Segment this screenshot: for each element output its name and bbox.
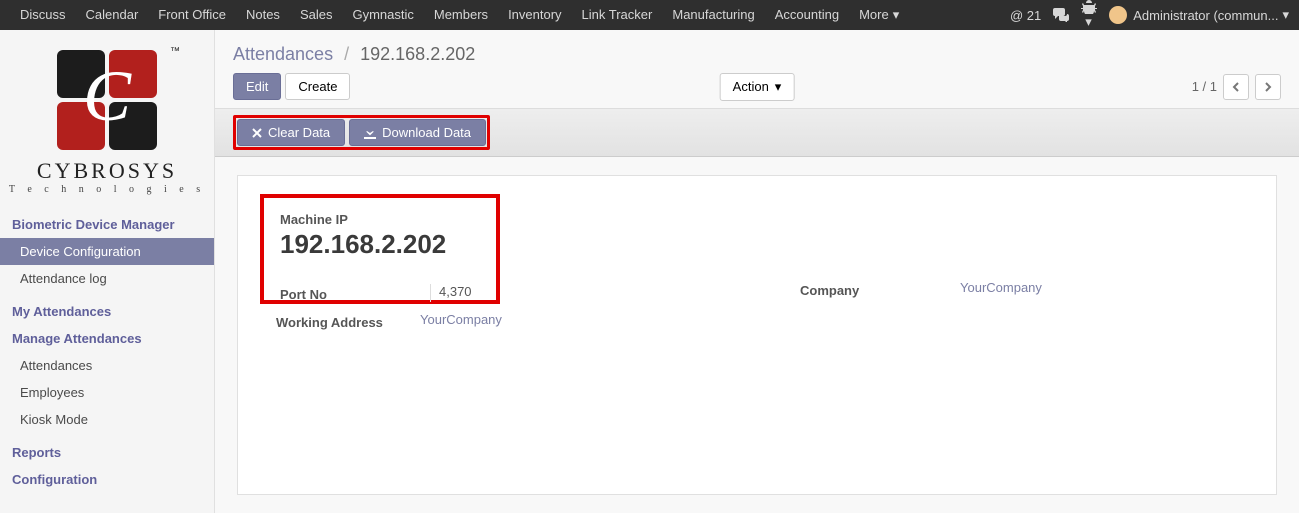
sidebar-section-bdm: Biometric Device Manager [0,211,214,238]
nav-gymnastic[interactable]: Gymnastic [342,0,423,30]
breadcrumb: Attendances / 192.168.2.202 [215,30,1299,73]
nav-more-label: More [859,7,889,22]
user-name: Administrator (commun... [1133,8,1278,23]
nav-notes[interactable]: Notes [236,0,290,30]
messages-indicator[interactable]: @ 21 [1010,8,1041,23]
chevron-down-icon: ▾ [775,79,782,95]
chevron-down-icon: ▾ [1282,7,1289,23]
pager-prev-button[interactable] [1223,74,1249,100]
nav-calendar[interactable]: Calendar [76,0,149,30]
nav-members[interactable]: Members [424,0,498,30]
port-no-value: 4,370 [430,284,480,302]
nav-discuss[interactable]: Discuss [10,0,76,30]
logo-mark: C [57,50,157,150]
nav-more[interactable]: More ▾ [849,0,909,30]
chevron-left-icon [1232,82,1240,92]
close-icon [252,128,262,138]
working-address-label: Working Address [260,312,410,330]
breadcrumb-current: 192.168.2.202 [360,44,475,64]
action-label: Action [733,79,769,94]
user-menu[interactable]: Administrator (commun... ▾ [1109,6,1289,24]
chevron-down-icon: ▾ [1085,14,1092,29]
download-icon [364,127,376,139]
pager-text: 1 / 1 [1192,79,1217,94]
sidebar-section-configuration[interactable]: Configuration [0,466,214,493]
sidebar-item-device-configuration[interactable]: Device Configuration [0,238,214,265]
control-panel: Edit Create Action ▾ 1 / 1 [215,73,1299,108]
chat-icon[interactable] [1053,8,1069,22]
sidebar-section-reports[interactable]: Reports [0,439,214,466]
working-address-value[interactable]: YourCompany [420,312,502,327]
nav-front-office[interactable]: Front Office [148,0,236,30]
chevron-right-icon [1264,82,1272,92]
top-navbar-left: Discuss Calendar Front Office Notes Sale… [10,0,909,30]
chevron-down-icon: ▾ [893,7,900,22]
top-navbar-right: @ 21 ▾ Administrator (commun... ▾ [1010,0,1289,30]
nav-accounting[interactable]: Accounting [765,0,849,30]
messages-count: 21 [1027,8,1041,23]
sidebar-item-attendance-log[interactable]: Attendance log [0,265,214,292]
highlight-box-buttons: Clear Data Download Data [233,115,490,150]
logo: ™ C CYBROSYS T e c h n o l o g i e s [0,30,214,205]
nav-link-tracker[interactable]: Link Tracker [572,0,663,30]
nav-manufacturing[interactable]: Manufacturing [662,0,764,30]
port-no-label: Port No [280,284,430,302]
pager-next-button[interactable] [1255,74,1281,100]
nav-inventory[interactable]: Inventory [498,0,571,30]
sidebar: ™ C CYBROSYS T e c h n o l o g i e s Bio… [0,30,215,513]
action-dropdown[interactable]: Action ▾ [720,73,795,101]
form-sheet: Machine IP 192.168.2.202 Port No 4,370 C… [237,175,1277,495]
breadcrumb-root[interactable]: Attendances [233,44,333,64]
pager: 1 / 1 [1192,74,1281,100]
sidebar-item-employees[interactable]: Employees [0,379,214,406]
main-content: Attendances / 192.168.2.202 Edit Create … [215,30,1299,513]
sidebar-section-manage-attendances: Manage Attendances [0,325,214,352]
nav-sales[interactable]: Sales [290,0,343,30]
logo-tagline: T e c h n o l o g i e s [0,184,214,195]
avatar-icon [1109,6,1127,24]
clear-data-label: Clear Data [268,125,330,140]
clear-data-button[interactable]: Clear Data [237,119,345,146]
sidebar-section-my-attendances: My Attendances [0,298,214,325]
trademark-icon: ™ [170,46,180,57]
company-value[interactable]: YourCompany [960,280,1042,295]
sidebar-item-kiosk-mode[interactable]: Kiosk Mode [0,406,214,433]
company-label: Company [800,280,950,298]
download-data-button[interactable]: Download Data [349,119,486,146]
bug-icon[interactable]: ▾ [1081,0,1097,30]
create-button[interactable]: Create [285,73,350,100]
logo-name: CYBROSYS [0,158,214,184]
machine-ip-label: Machine IP [280,212,480,227]
sidebar-item-attendances[interactable]: Attendances [0,352,214,379]
machine-ip-value: 192.168.2.202 [280,229,480,260]
breadcrumb-separator: / [344,44,349,64]
download-data-label: Download Data [382,125,471,140]
highlight-box-record: Machine IP 192.168.2.202 Port No 4,370 [260,194,500,304]
edit-button[interactable]: Edit [233,73,281,100]
statusbar: Clear Data Download Data [215,108,1299,157]
top-navbar: Discuss Calendar Front Office Notes Sale… [0,0,1299,30]
